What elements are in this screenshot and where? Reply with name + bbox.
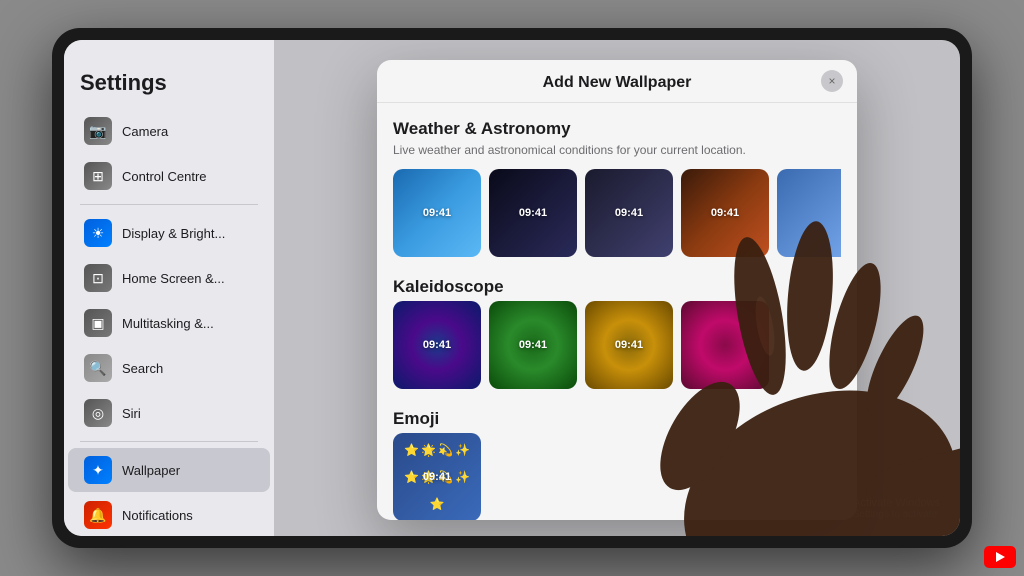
tablet-frame: Settings 📷 Camera ⊞ Control Centre ☀ Display … <box>52 28 972 548</box>
home-screen-icon: ⊡ <box>84 264 112 292</box>
section-emoji-grid: 09:41⭐🌟💫✨⭐🌟💫✨⭐ <box>393 433 841 520</box>
emoji-decoration: 🌟 <box>421 443 436 457</box>
wallpaper-k1[interactable]: 09:41 <box>393 301 481 389</box>
youtube-play-icon <box>996 552 1005 562</box>
wallpaper-w5[interactable] <box>777 169 841 257</box>
camera-icon: 📷 <box>84 117 112 145</box>
section-emoji-title: Emoji <box>393 409 841 429</box>
control-centre-icon: ⊞ <box>84 162 112 190</box>
wallpaper-w2-time: 09:41 <box>519 207 547 219</box>
emoji-decoration: ✨ <box>455 470 470 484</box>
sidebar-item-control-centre[interactable]: ⊞ Control Centre <box>68 154 270 198</box>
emoji-decoration: 💫 <box>438 443 453 457</box>
section-weather: Weather & Astronomy Live weather and astr… <box>393 119 841 257</box>
settings-title: Settings <box>64 70 274 108</box>
wallpaper-k3-time: 09:41 <box>615 339 643 351</box>
modal-overlay: Add New Wallpaper × Weather & Astronomy L… <box>274 40 960 536</box>
search-label: Search <box>122 361 163 376</box>
youtube-badge <box>984 546 1016 568</box>
notifications-icon: 🔔 <box>84 501 112 529</box>
display-bright-label: Display & Bright... <box>122 226 225 241</box>
section-kaleidoscope-title: Kaleidoscope <box>393 277 841 297</box>
wallpaper-w4[interactable]: 09:41 <box>681 169 769 257</box>
emoji-decoration: ✨ <box>455 443 470 457</box>
siri-label: Siri <box>122 406 141 421</box>
section-weather-subtitle: Live weather and astronomical conditions… <box>393 143 841 157</box>
wallpaper-w3-time: 09:41 <box>615 207 643 219</box>
display-bright-icon: ☀ <box>84 219 112 247</box>
sidebar-divider <box>80 441 258 442</box>
wallpaper-k2[interactable]: 09:41 <box>489 301 577 389</box>
wallpaper-w4-time: 09:41 <box>711 207 739 219</box>
wallpaper-icon: ✦ <box>84 456 112 484</box>
section-kaleidoscope: Kaleidoscope 09:41 09:41 09:41 <box>393 277 841 389</box>
modal-body: Weather & Astronomy Live weather and astr… <box>377 103 857 520</box>
multitasking-icon: ▣ <box>84 309 112 337</box>
sidebar-item-display-bright[interactable]: ☀ Display & Bright... <box>68 211 270 255</box>
section-weather-grid: 09:41 09:41 09:41 09:41 <box>393 169 841 257</box>
emoji-decoration: ⭐ <box>404 443 419 457</box>
modal-title: Add New Wallpaper <box>543 74 692 92</box>
wallpaper-w3[interactable]: 09:41 <box>585 169 673 257</box>
home-screen-label: Home Screen &... <box>122 271 225 286</box>
wallpaper-w1-time: 09:41 <box>423 207 451 219</box>
control-centre-label: Control Centre <box>122 169 207 184</box>
section-weather-title: Weather & Astronomy <box>393 119 841 139</box>
wallpaper-e1[interactable]: 09:41⭐🌟💫✨⭐🌟💫✨⭐ <box>393 433 481 520</box>
emoji-decoration: ⭐ <box>430 497 445 511</box>
windows-activate-banner: Activate Windows Go to Settings to activ… <box>825 497 940 520</box>
modal-header: Add New Wallpaper × <box>377 60 857 103</box>
emoji-decoration: ⭐ <box>404 470 419 484</box>
modal-close-button[interactable]: × <box>821 70 843 92</box>
wallpaper-w2[interactable]: 09:41 <box>489 169 577 257</box>
sidebar-item-camera[interactable]: 📷 Camera <box>68 109 270 153</box>
tablet-screen: Settings 📷 Camera ⊞ Control Centre ☀ Display … <box>64 40 960 536</box>
section-emoji: Emoji09:41⭐🌟💫✨⭐🌟💫✨⭐ <box>393 409 841 520</box>
section-kaleidoscope-grid: 09:41 09:41 09:41 <box>393 301 841 389</box>
notifications-label: Notifications <box>122 508 193 523</box>
sidebar-item-wallpaper[interactable]: ✦ Wallpaper <box>68 448 270 492</box>
sidebar-item-notifications[interactable]: 🔔 Notifications <box>68 493 270 536</box>
wallpaper-k3[interactable]: 09:41 <box>585 301 673 389</box>
siri-icon: ◎ <box>84 399 112 427</box>
main-content: Add New Wallpaper × Weather & Astronomy L… <box>274 40 960 536</box>
wallpaper-k4[interactable] <box>681 301 769 389</box>
windows-activate-title: Activate Windows <box>825 497 940 509</box>
sidebar: Settings 📷 Camera ⊞ Control Centre ☀ Display … <box>64 40 274 536</box>
sidebar-item-home-screen[interactable]: ⊡ Home Screen &... <box>68 256 270 300</box>
windows-activate-subtitle: Go to Settings to activate. <box>825 509 940 520</box>
multitasking-label: Multitasking &... <box>122 316 214 331</box>
sidebar-item-multitasking[interactable]: ▣ Multitasking &... <box>68 301 270 345</box>
sidebar-item-siri[interactable]: ◎ Siri <box>68 391 270 435</box>
add-wallpaper-modal: Add New Wallpaper × Weather & Astronomy L… <box>377 60 857 520</box>
wallpaper-k2-time: 09:41 <box>519 339 547 351</box>
wallpaper-w1[interactable]: 09:41 <box>393 169 481 257</box>
wallpaper-e1-time: 09:41 <box>423 471 451 483</box>
camera-label: Camera <box>122 124 168 139</box>
sidebar-item-search[interactable]: 🔍 Search <box>68 346 270 390</box>
wallpaper-k1-time: 09:41 <box>423 339 451 351</box>
search-icon: 🔍 <box>84 354 112 382</box>
wallpaper-label: Wallpaper <box>122 463 180 478</box>
sidebar-divider <box>80 204 258 205</box>
